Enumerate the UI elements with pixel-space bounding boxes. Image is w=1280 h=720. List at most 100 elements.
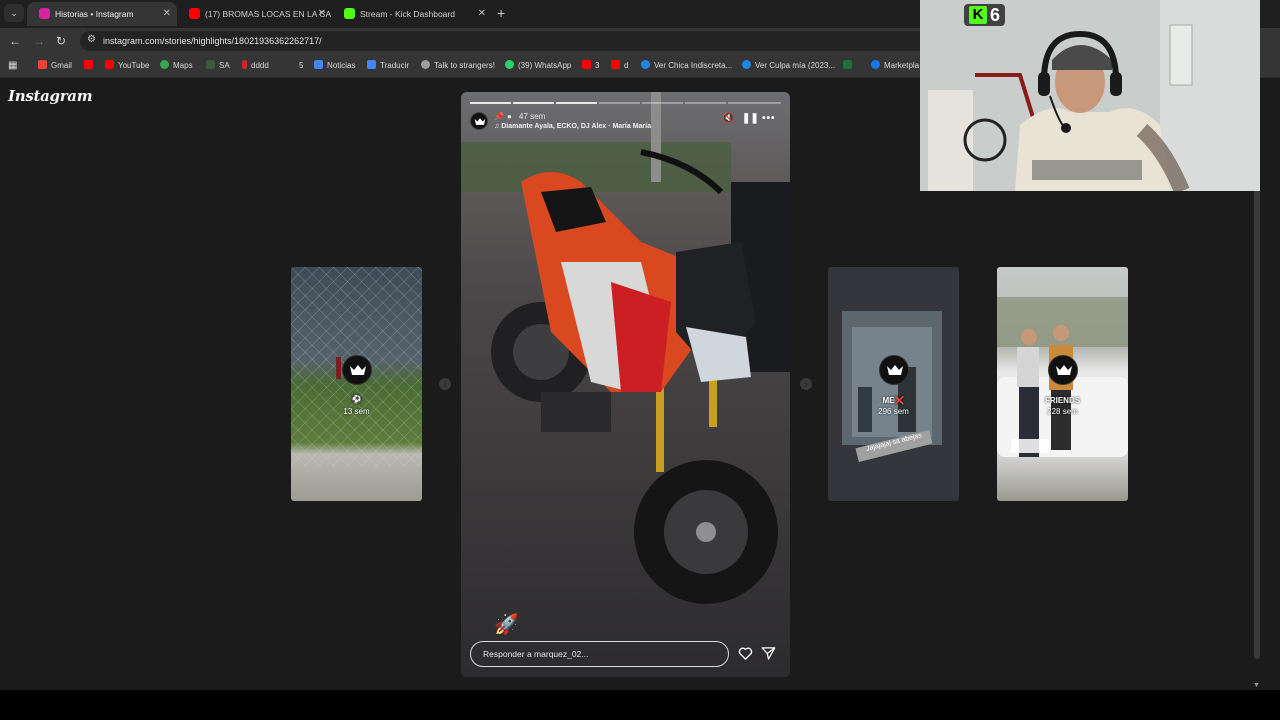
reload-button[interactable]: ↻ [56, 33, 66, 49]
story-time: 47 sem [519, 112, 546, 121]
address-bar[interactable]: ⚙ instagram.com/stories/highlights/18021… [80, 31, 940, 51]
bookmark-talk-to-strangers[interactable]: Talk to strangers! [421, 54, 495, 78]
webcam-overlay: K6 [920, 0, 1260, 191]
story-progress-segment [642, 102, 683, 104]
close-icon[interactable]: ✕ [163, 2, 171, 26]
tab-title: Historias • Instagram [55, 9, 134, 19]
verified-icon: ● [507, 112, 512, 121]
bookmark-traducir[interactable]: Traducir [367, 54, 409, 78]
tab-title: (17) BROMAS LOCAS EN LA CA [205, 9, 332, 19]
chat-icon [421, 60, 430, 70]
previous-story-button[interactable]: ‹ [439, 378, 451, 390]
url-text: instagram.com/stories/highlights/1802193… [103, 36, 322, 46]
story-progress-segment [599, 102, 640, 104]
story-progress-segment [470, 102, 511, 104]
youtube-icon [582, 60, 591, 70]
bookmark-d[interactable]: d [611, 54, 628, 78]
pause-icon[interactable]: ❚❚ [742, 113, 759, 124]
bookmark-sa[interactable]: SA [206, 54, 230, 78]
bookmark-maps[interactable]: Maps [160, 54, 193, 78]
instagram-icon [39, 8, 50, 20]
globe-icon [206, 60, 215, 70]
next-story-button[interactable]: › [800, 378, 812, 390]
bookmark-ver-chica-indiscreta[interactable]: Ver Chica Indiscreta... [641, 54, 732, 78]
youtube-icon [105, 60, 114, 70]
highlight-title: ME❌ [882, 396, 905, 405]
highlight-time: 13 sem [343, 407, 370, 416]
viewer-count: 6 [990, 5, 1001, 25]
crown-icon [887, 365, 903, 375]
site-info-icon[interactable]: ⚙ [87, 34, 96, 45]
globe-icon [641, 60, 650, 70]
story-progress-segment [556, 102, 597, 104]
youtube-icon [189, 8, 200, 20]
youtube-icon [611, 60, 620, 70]
bookmark-ver-culpa-mia[interactable]: Ver Culpa mía (2023... [742, 54, 835, 78]
scroll-down-icon[interactable]: ▼ [1253, 682, 1260, 689]
crown-icon [350, 365, 366, 375]
bottom-bar [0, 690, 1280, 720]
facebook-icon [871, 60, 880, 70]
back-button[interactable]: ← [9, 33, 21, 49]
pin-icon: 📌 [494, 112, 504, 121]
story-card-previous[interactable]: ⚽ 13 sem [291, 267, 422, 501]
bookmark-whatsapp[interactable]: (39) WhatsApp [505, 54, 571, 78]
tab-kick[interactable]: Stream - Kick Dashboard ✕ [332, 2, 492, 26]
kick-icon [344, 8, 355, 20]
close-icon[interactable]: ✕ [478, 2, 486, 26]
new-tab-button[interactable]: + [497, 4, 505, 22]
crown-icon [1056, 365, 1072, 375]
bookmark-3[interactable]: 3 [582, 54, 599, 78]
crown-icon [474, 118, 486, 125]
bookmark-noticias[interactable]: Noticias [314, 54, 355, 78]
instagram-logo[interactable]: Instagram [8, 87, 93, 105]
excel-icon [843, 60, 852, 70]
story-progress-segment [728, 102, 781, 104]
story-avatar[interactable] [470, 112, 488, 130]
close-icon[interactable]: ✕ [318, 2, 326, 26]
more-options-icon[interactable]: ••• [762, 113, 776, 124]
tab-search-button[interactable]: ⌄ [4, 4, 24, 22]
story-progress-segment [513, 102, 554, 104]
whatsapp-icon [505, 60, 514, 70]
story-card-next-2[interactable]: FRIENDS 228 sem [997, 267, 1128, 501]
highlight-avatar [1048, 355, 1078, 385]
scrollbar-thumb[interactable] [1254, 189, 1260, 659]
send-icon[interactable] [761, 646, 776, 661]
story-card-next-1[interactable]: ME❌ 296 sem Jajajajaj sa abejas [828, 267, 959, 501]
forward-button[interactable]: → [33, 33, 45, 49]
apps-icon[interactable]: ▦ [8, 54, 17, 78]
gmail-icon [38, 60, 47, 70]
translate-icon [367, 60, 376, 70]
reply-field[interactable] [470, 641, 729, 667]
highlight-time: 296 sem [878, 407, 909, 416]
bookmark-dddd[interactable]: dddd [242, 54, 269, 78]
story-progress-segment [685, 102, 726, 104]
globe-icon [742, 60, 751, 70]
highlight-title: FRIENDS [1044, 396, 1081, 405]
bookmark-excel[interactable] [843, 54, 856, 78]
youtube-icon [84, 60, 93, 70]
tab-instagram[interactable]: Historias • Instagram ✕ [27, 2, 177, 26]
streamer-camera-image [920, 0, 1260, 191]
bookmark-marketplace[interactable]: Marketpla [871, 54, 919, 78]
story-music[interactable]: ♫ Diamante Ayala, ECKO, DJ Alex · María … [494, 123, 651, 130]
highlight-time: 228 sem [1047, 407, 1078, 416]
mute-icon[interactable]: 🔇 [722, 113, 734, 124]
bookmark-5[interactable]: 5 [299, 54, 303, 78]
maps-icon [160, 60, 169, 70]
bookmark-youtube-1[interactable] [84, 54, 97, 78]
tab-youtube[interactable]: (17) BROMAS LOCAS EN LA CA ✕ [177, 2, 332, 26]
highlight-emoji: ⚽ [351, 395, 362, 404]
bookmark-gmail[interactable]: Gmail [38, 54, 72, 78]
kick-icon: K [969, 6, 987, 24]
heart-icon[interactable] [738, 646, 753, 661]
story-viewer[interactable]: 📌 ● 47 sem ♫ Diamante Ayala, ECKO, DJ Al… [461, 92, 790, 677]
bookmark-icon [242, 60, 247, 70]
kick-viewer-badge: K6 [964, 4, 1006, 26]
bookmark-youtube[interactable]: YouTube [105, 54, 149, 78]
tab-title: Stream - Kick Dashboard [360, 9, 455, 19]
reply-input[interactable] [483, 642, 713, 666]
cross-icon: ❌ [894, 396, 905, 405]
highlight-avatar [879, 355, 909, 385]
